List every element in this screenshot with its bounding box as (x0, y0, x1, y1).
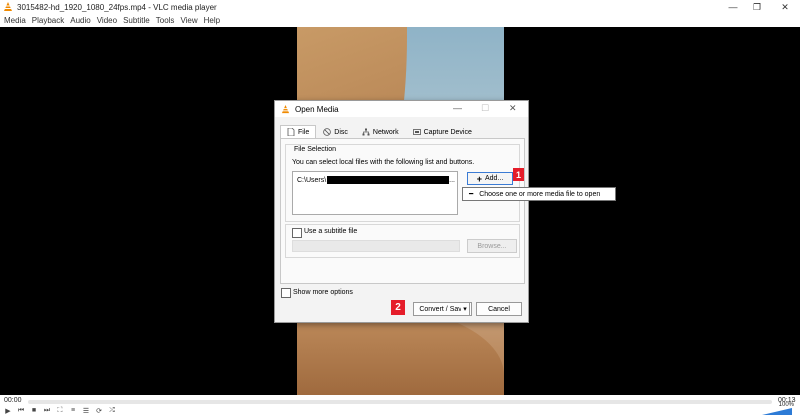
cancel-button[interactable]: Cancel (476, 302, 522, 316)
redacted-path (327, 176, 450, 184)
file-selection-description: You can select local files with the foll… (292, 159, 475, 166)
extended-settings-icon[interactable]: ≡ (68, 407, 78, 415)
time-elapsed: 00:00 (4, 397, 22, 404)
file-tab-panel: File Selection You can select local file… (280, 138, 525, 284)
add-button[interactable]: + Add... (467, 172, 513, 185)
dialog-maximize-button[interactable]: ☐ (481, 103, 489, 114)
file-list[interactable]: C:\Users\... (292, 171, 458, 215)
add-tooltip: ━ Choose one or more media file to open (462, 187, 616, 201)
tab-capture-device-label: Capture Device (423, 128, 472, 136)
maximize-button[interactable]: ❐ (746, 0, 768, 14)
seek-bar[interactable] (28, 400, 772, 404)
previous-icon[interactable]: ⏮ (16, 407, 26, 415)
volume-slider[interactable]: 100% (762, 402, 796, 415)
tooltip-text: Choose one or more media file to open (479, 190, 601, 198)
file-path-prefix: C:\Users\ (297, 176, 327, 184)
loop-icon[interactable]: ⟳ (94, 407, 104, 415)
menu-help[interactable]: Help (204, 16, 220, 25)
dialog-close-button[interactable]: ✕ (509, 103, 517, 114)
file-icon (287, 128, 295, 136)
vlc-cone-icon (4, 2, 12, 11)
volume-percent: 100% (778, 402, 794, 408)
convert-save-label: Convert / Save (419, 305, 466, 313)
capture-device-icon (412, 129, 421, 135)
tab-disc-label: Disc (334, 128, 348, 136)
file-selection-group: File Selection You can select local file… (285, 144, 520, 222)
file-list-item[interactable]: C:\Users\... (297, 176, 455, 184)
convert-save-dropdown[interactable]: ▾ (461, 302, 470, 316)
menu-bar: Media Playback Audio Video Subtitle Tool… (0, 14, 800, 28)
cancel-button-label: Cancel (488, 305, 510, 313)
show-more-options-checkbox[interactable] (281, 288, 291, 298)
playback-controls: ▶ ⏮ ■ ⏭ ⛶ ≡ ☰ ⟳ ⤮ (3, 407, 120, 415)
menu-video[interactable]: Video (97, 16, 117, 25)
minimize-button[interactable]: — (722, 0, 744, 14)
open-media-dialog: Open Media — ☐ ✕ File Disc Network Captu… (274, 100, 529, 323)
use-subtitle-label: Use a subtitle file (304, 228, 358, 235)
subtitle-path-field (292, 240, 460, 252)
menu-playback[interactable]: Playback (32, 16, 64, 25)
shuffle-icon[interactable]: ⤮ (107, 407, 117, 415)
tab-capture-device[interactable]: Capture Device (406, 125, 479, 139)
network-icon (362, 128, 370, 136)
vlc-cone-icon (281, 104, 290, 113)
title-bar: 3015482-hd_1920_1080_24fps.mp4 - VLC med… (0, 0, 800, 14)
dialog-minimize-button[interactable]: — (453, 103, 462, 113)
subtitle-group: Use a subtitle file Browse... (285, 224, 520, 258)
menu-view[interactable]: View (180, 16, 197, 25)
menu-tools[interactable]: Tools (156, 16, 175, 25)
chevron-down-icon: ▾ (463, 306, 467, 313)
dialog-tabs: File Disc Network Capture Device (280, 125, 479, 139)
add-button-label: Add... (484, 175, 504, 182)
close-button[interactable]: ✕ (774, 0, 796, 14)
browse-button: Browse... (467, 239, 517, 253)
annotation-badge-2: 2 (391, 300, 405, 315)
volume-level (762, 408, 792, 415)
fullscreen-icon[interactable]: ⛶ (55, 407, 65, 415)
browse-button-label: Browse... (477, 242, 507, 250)
minus-icon: ━ (469, 191, 474, 198)
tab-network[interactable]: Network (355, 125, 406, 139)
menu-subtitle[interactable]: Subtitle (123, 16, 150, 25)
annotation-badge-1: 1 (513, 168, 524, 181)
dialog-title-bar: Open Media (275, 101, 528, 117)
play-icon[interactable]: ▶ (3, 407, 13, 415)
tab-network-label: Network (372, 128, 399, 136)
show-more-options-label: Show more options (293, 289, 353, 296)
tab-disc[interactable]: Disc (316, 125, 355, 139)
file-selection-label: File Selection (292, 146, 339, 153)
next-icon[interactable]: ⏭ (42, 407, 52, 415)
menu-audio[interactable]: Audio (70, 16, 90, 25)
playlist-icon[interactable]: ☰ (81, 407, 91, 415)
disc-icon (323, 128, 332, 136)
plus-icon: + (476, 173, 482, 184)
use-subtitle-checkbox[interactable] (292, 228, 302, 238)
tab-file[interactable]: File (280, 125, 317, 138)
stop-icon[interactable]: ■ (29, 407, 39, 415)
dialog-title: Open Media (295, 104, 339, 114)
tab-file-label: File (298, 128, 310, 136)
control-bar: 00:00 00:13 ▶ ⏮ ■ ⏭ ⛶ ≡ ☰ ⟳ ⤮ 100% (0, 395, 800, 418)
menu-media[interactable]: Media (4, 16, 26, 25)
file-path-suffix: ... (449, 176, 456, 184)
window-title: 3015482-hd_1920_1080_24fps.mp4 - VLC med… (17, 2, 217, 12)
